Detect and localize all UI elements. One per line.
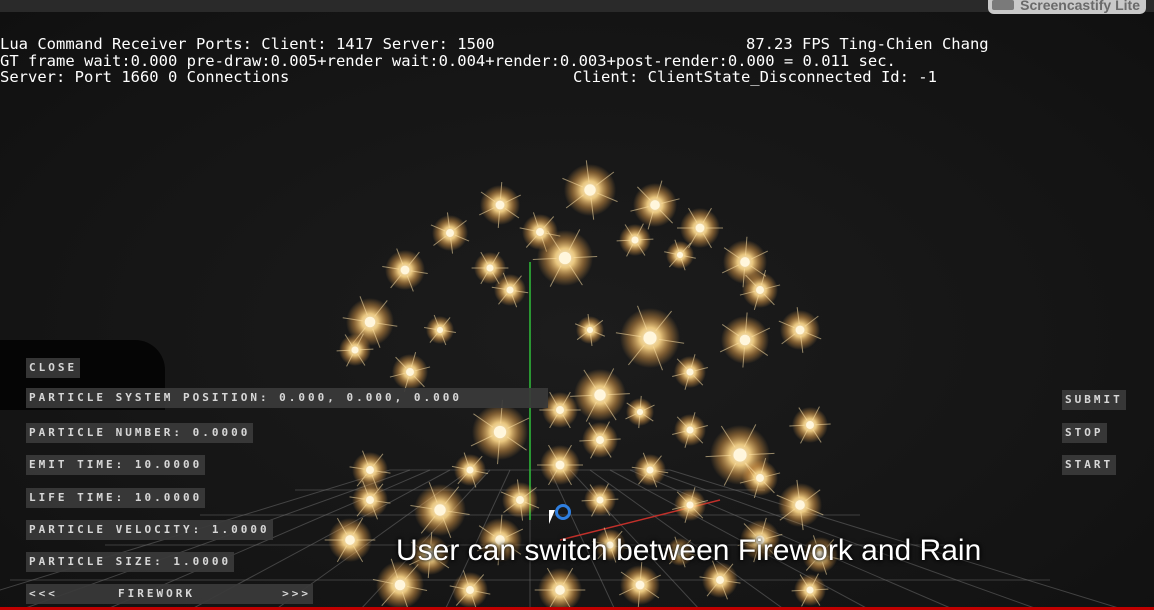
close-button[interactable]: CLOSE (26, 358, 81, 378)
spark-core (643, 331, 657, 345)
spark-core (676, 251, 684, 259)
spark-core (686, 426, 694, 434)
spark-core (345, 535, 355, 545)
spark-core (686, 501, 694, 509)
spark-core (795, 325, 805, 335)
click-indicator-icon (555, 504, 571, 520)
spark-core (351, 346, 359, 354)
spark-core (756, 474, 764, 482)
particle-size-field[interactable]: PARTICLE SIZE: 1.0000 (26, 552, 235, 572)
spark-ray (604, 498, 619, 501)
spark-core (486, 264, 494, 272)
particle-scene (0, 160, 1145, 610)
spark-core (596, 496, 604, 504)
submit-button[interactable]: SUBMIT (1062, 390, 1126, 410)
spark-core (558, 251, 572, 265)
stop-button[interactable]: STOP (1062, 423, 1107, 443)
spark-core (594, 389, 606, 401)
spark-core (436, 326, 444, 334)
spark-core (446, 229, 454, 237)
particle-velocity-field[interactable]: PARTICLE VELOCITY: 1.0000 (26, 520, 273, 540)
spark-core (635, 580, 645, 590)
spark-ray (336, 349, 351, 352)
spark-core (555, 585, 565, 595)
spark-core (650, 200, 660, 210)
start-button[interactable]: START (1062, 455, 1117, 475)
particle-type-value: FIREWORK (118, 587, 195, 600)
spark-core (406, 368, 414, 376)
spark-ray (581, 499, 596, 502)
spark-core (516, 496, 524, 504)
caption-subtitle: User can switch between Firework and Rai… (396, 534, 982, 567)
spark-core (695, 223, 705, 233)
spark-core (806, 586, 814, 594)
spark-core (646, 466, 654, 474)
spark-core (596, 436, 604, 444)
life-time-field[interactable]: LIFE TIME: 10.0000 (26, 488, 206, 508)
spark-core (394, 579, 406, 591)
spark-core (434, 504, 446, 516)
hud-client-status: Client: ClientState_Disconnected Id: -1 (573, 68, 937, 86)
spark-ray (616, 239, 631, 242)
spark-core (733, 448, 747, 462)
spark-ray (639, 238, 654, 241)
spark-core (806, 421, 814, 429)
hud-server-status: Server: Port 1660 0 Connections (0, 68, 290, 86)
spark-core (795, 500, 805, 510)
mouse-pointer-icon (549, 510, 555, 524)
particle-system-position-field[interactable]: PARTICLE SYSTEM POSITION: 0.000, 0.000, … (26, 388, 548, 408)
spark-core (686, 368, 694, 376)
spark-core (756, 286, 764, 294)
spark-ray (359, 348, 374, 351)
spark-core (493, 425, 507, 439)
spark-core (364, 316, 376, 328)
hud-frame-timing: GT frame wait:0.000 pre-draw:0.005+rende… (0, 52, 896, 70)
particle-number-field[interactable]: PARTICLE NUMBER: 0.0000 (26, 423, 254, 443)
spark-core (716, 576, 724, 584)
spark-core (495, 200, 505, 210)
previous-type-button[interactable]: <<< (29, 584, 58, 604)
spark-core (636, 408, 644, 416)
spark-core (631, 236, 639, 244)
particle-type-selector: <<< FIREWORK >>> (26, 584, 313, 604)
spark-core (366, 496, 374, 504)
spark-core (366, 466, 374, 474)
spark-core (739, 334, 751, 346)
spark-ray (814, 588, 829, 591)
particle-viewport[interactable]: Screencastify Lite Lua Command Receiver … (0, 0, 1154, 610)
spark-core (400, 265, 410, 275)
hud-ports-line: Lua Command Receiver Ports: Client: 1417… (0, 35, 495, 53)
spark-core (740, 257, 750, 267)
spark-ray (791, 589, 806, 592)
spark-core (584, 184, 596, 196)
spark-core (506, 286, 514, 294)
next-type-button[interactable]: >>> (282, 584, 311, 604)
hud-fps: 87.23 FPS Ting-Chien Chang (746, 35, 989, 53)
spark-core (466, 466, 474, 474)
spark-core (466, 586, 474, 594)
spark-core (555, 460, 565, 470)
spark-core (536, 228, 544, 236)
spark-core (586, 326, 594, 334)
spark-core (556, 406, 564, 414)
emit-time-field[interactable]: EMIT TIME: 10.0000 (26, 455, 206, 475)
